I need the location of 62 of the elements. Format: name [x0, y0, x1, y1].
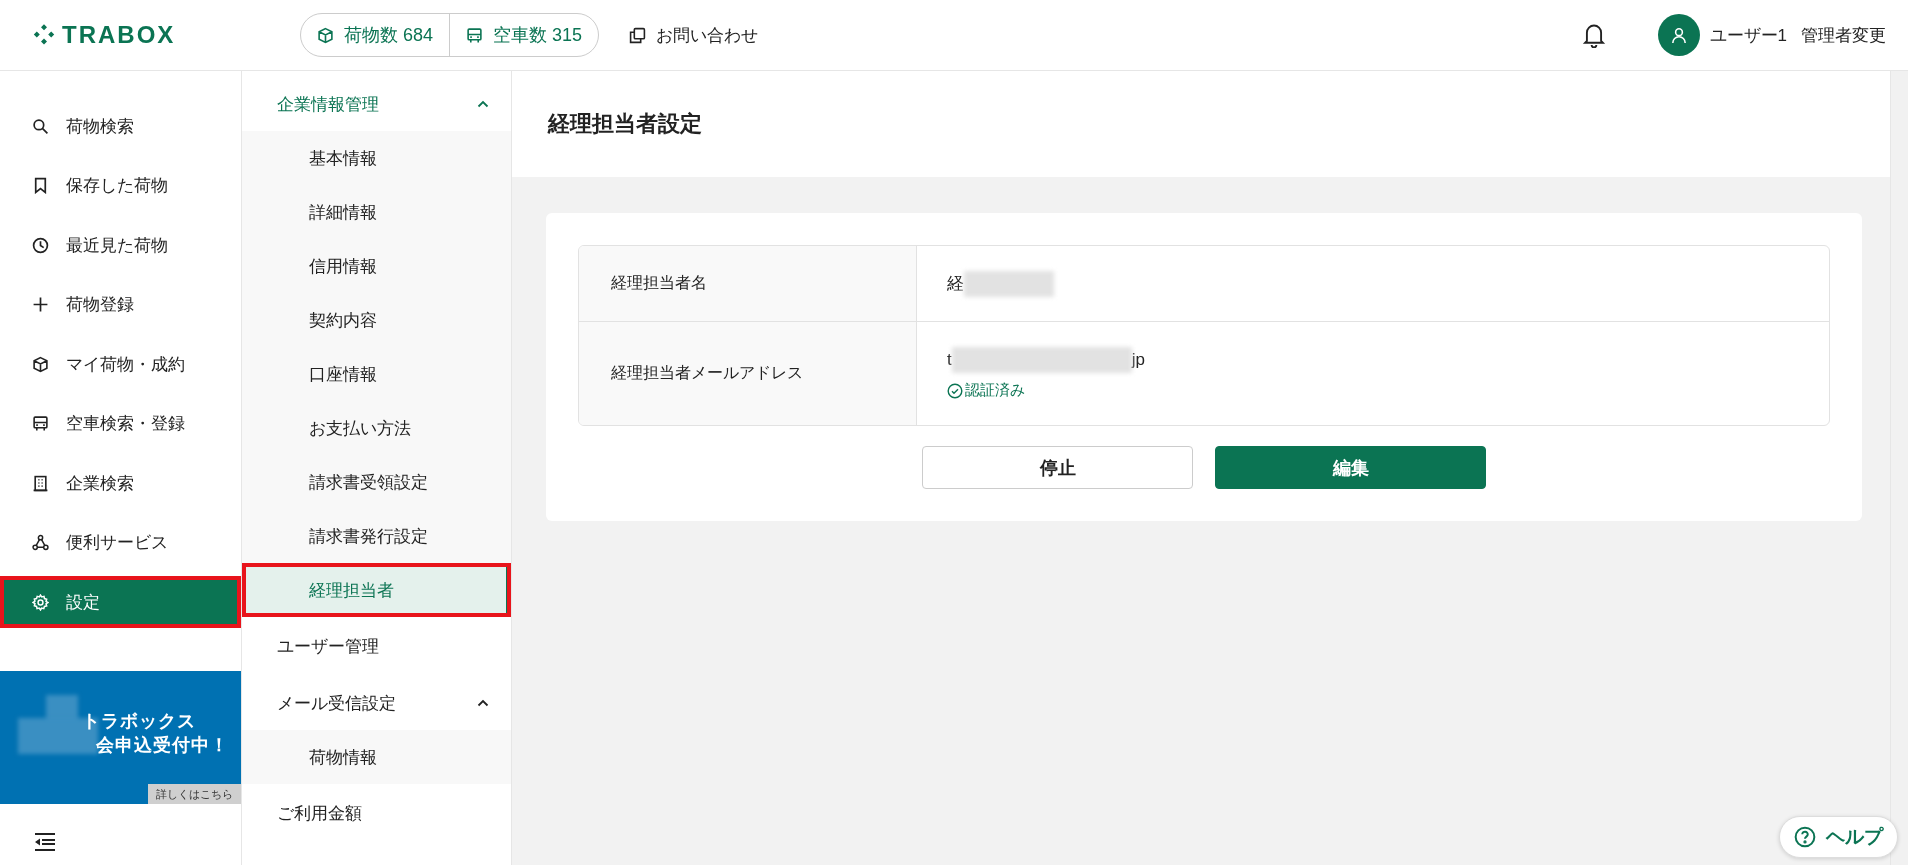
- banner-link[interactable]: 詳しくはこちら: [148, 784, 241, 804]
- building-icon: [32, 474, 49, 492]
- clock-icon: [32, 236, 49, 254]
- nav-item[interactable]: マイ荷物・成約: [0, 338, 241, 390]
- submenu-item[interactable]: お支払い方法: [242, 401, 511, 455]
- submenu-group[interactable]: メール受信設定: [242, 676, 511, 730]
- plus-icon: [32, 296, 49, 313]
- contact-link[interactable]: お問い合わせ: [656, 23, 759, 47]
- vehicle-icon: [466, 26, 484, 44]
- vehicle-icon: [32, 415, 49, 432]
- submenu-item[interactable]: 荷物情報: [242, 730, 511, 784]
- field-label: 経理担当者メールアドレス: [579, 322, 917, 425]
- field-label: 経理担当者名: [579, 246, 917, 321]
- user-name[interactable]: ユーザー1: [1709, 23, 1787, 47]
- stop-button[interactable]: 停止: [922, 446, 1193, 489]
- bookmark-icon: [32, 177, 49, 194]
- nav-item[interactable]: 荷物検索: [0, 100, 241, 152]
- submenu-item[interactable]: 請求書発行設定: [242, 509, 511, 563]
- verified-status: 認証済み: [965, 381, 1025, 400]
- stat-count[interactable]: 空車数 315: [493, 23, 583, 47]
- field-value: jp: [1131, 350, 1145, 370]
- banner-text: 会申込受付中！: [96, 734, 229, 757]
- user-avatar[interactable]: [1657, 14, 1700, 56]
- submenu-item[interactable]: 信用情報: [242, 239, 511, 293]
- nav-item[interactable]: 保存した荷物: [0, 159, 241, 212]
- logo-text[interactable]: TRABOX: [62, 21, 176, 49]
- submenu-group[interactable]: 企業情報管理: [242, 77, 511, 131]
- banner-text: トラボックス: [82, 710, 196, 733]
- nav-item[interactable]: 企業検索: [0, 457, 241, 509]
- nav-item[interactable]: 設定: [0, 576, 241, 628]
- help-button[interactable]: ヘルプ: [1779, 816, 1898, 858]
- box-icon: [317, 26, 334, 44]
- search-icon: [32, 117, 49, 135]
- nav-item[interactable]: 便利サービス: [0, 516, 241, 569]
- network-icon: [32, 534, 49, 551]
- settings-icon: [32, 593, 49, 611]
- submenu-item[interactable]: 契約内容: [242, 293, 511, 347]
- ad-banner[interactable]: トラボックス 会申込受付中！ 詳しくはこちら: [0, 671, 241, 804]
- nav-item[interactable]: 荷物登録: [0, 278, 241, 331]
- submenu-item[interactable]: 基本情報: [242, 131, 511, 185]
- nav-item[interactable]: 最近見た荷物: [0, 219, 241, 271]
- submenu-item[interactable]: 詳細情報: [242, 185, 511, 239]
- copy-icon: [629, 26, 647, 44]
- logo-icon: [32, 23, 56, 47]
- submenu-item[interactable]: ユーザー管理: [242, 617, 511, 676]
- notification-bell-icon[interactable]: [1581, 22, 1606, 48]
- edit-button[interactable]: 編集: [1215, 446, 1486, 489]
- box-icon: [32, 355, 49, 373]
- nav-item[interactable]: 空車検索・登録: [0, 397, 241, 450]
- submenu-item[interactable]: 経理担当者: [242, 563, 511, 617]
- chevron-up-icon[interactable]: [477, 699, 489, 707]
- check-circle-icon: [947, 382, 963, 399]
- submenu-item[interactable]: 口座情報: [242, 347, 511, 401]
- submenu-item[interactable]: ご利用金額: [242, 784, 511, 843]
- help-icon: [1794, 826, 1816, 848]
- field-value: 経: [947, 273, 964, 295]
- collapse-menu-icon[interactable]: [33, 832, 57, 852]
- admin-change-link[interactable]: 管理者変更: [1801, 23, 1886, 47]
- page-title: 経理担当者設定: [548, 110, 702, 138]
- stat-count[interactable]: 荷物数 684: [344, 23, 434, 47]
- submenu-item[interactable]: 請求書受領設定: [242, 455, 511, 509]
- field-value: t: [947, 350, 952, 370]
